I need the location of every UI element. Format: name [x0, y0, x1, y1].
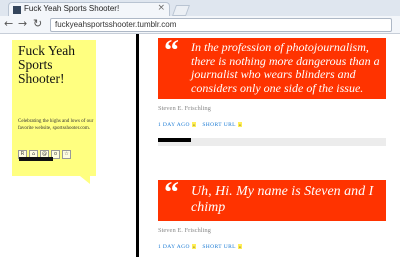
quote-text: Uh, Hi. My name is Steven and I chimp — [191, 184, 374, 215]
quote-block: “ In the profession of photojournalism, … — [158, 34, 386, 99]
forward-icon[interactable]: → — [18, 17, 27, 31]
quote-attribution: Steven E. Frischling — [158, 105, 211, 112]
quote-text: In the profession of photojournalism, th… — [191, 40, 380, 95]
tab-title: Fuck Yeah Sports Shooter! — [24, 4, 120, 13]
blog-title[interactable]: Fuck Yeah Sports Shooter! — [18, 44, 96, 86]
navigation-bar: ← → ↻ fuckyeahsportsshooter.tumblr.com — [0, 16, 400, 34]
tab-strip: Fuck Yeah Sports Shooter! × — [0, 0, 400, 16]
arrow-icon: » — [191, 122, 197, 128]
tumblr-favicon-icon — [13, 6, 21, 14]
sidebar-divider-bar — [19, 157, 53, 161]
quote-mark-icon: “ — [164, 176, 179, 209]
quote-attribution: Steven E. Frischling — [158, 227, 211, 234]
short-url-link[interactable]: SHORT URL — [202, 122, 236, 128]
sidebar-speech-tail — [80, 176, 90, 184]
post-meta: 1 DAY AGO» SHORT URL» — [158, 244, 386, 250]
column-divider — [136, 34, 139, 257]
post-meta: 1 DAY AGO» SHORT URL» — [158, 122, 386, 128]
blog-sidebar: Fuck Yeah Sports Shooter! Celebrating th… — [12, 40, 96, 176]
quote-post: “ Uh, Hi. My name is Steven and I chimp … — [158, 176, 386, 250]
new-tab-button[interactable] — [171, 5, 191, 16]
quote-mark-icon: “ — [164, 34, 179, 67]
blog-description: Celebrating the highs and lows of our fa… — [18, 119, 94, 131]
reload-icon[interactable]: ↻ — [33, 17, 42, 31]
address-bar[interactable]: fuckyeahsportsshooter.tumblr.com — [50, 18, 392, 32]
post-separator-mark — [158, 138, 191, 142]
address-url: fuckyeahsportsshooter.tumblr.com — [55, 20, 177, 29]
post-separator — [158, 138, 386, 146]
star-icon[interactable]: ☆ — [62, 150, 71, 159]
page-content: Fuck Yeah Sports Shooter! Celebrating th… — [0, 34, 400, 257]
tab-close-icon[interactable]: × — [157, 3, 165, 13]
quote-block: “ Uh, Hi. My name is Steven and I chimp — [158, 176, 386, 221]
post-time-link[interactable]: 1 DAY AGO — [158, 122, 190, 128]
back-icon[interactable]: ← — [4, 17, 13, 31]
browser-tab[interactable]: Fuck Yeah Sports Shooter! × — [8, 2, 170, 16]
post-time-link[interactable]: 1 DAY AGO — [158, 244, 190, 250]
short-url-link[interactable]: SHORT URL — [202, 244, 236, 250]
quote-post: “ In the profession of photojournalism, … — [158, 34, 386, 146]
arrow-icon: » — [237, 122, 243, 128]
arrow-icon: » — [191, 244, 197, 250]
arrow-icon: » — [237, 244, 243, 250]
